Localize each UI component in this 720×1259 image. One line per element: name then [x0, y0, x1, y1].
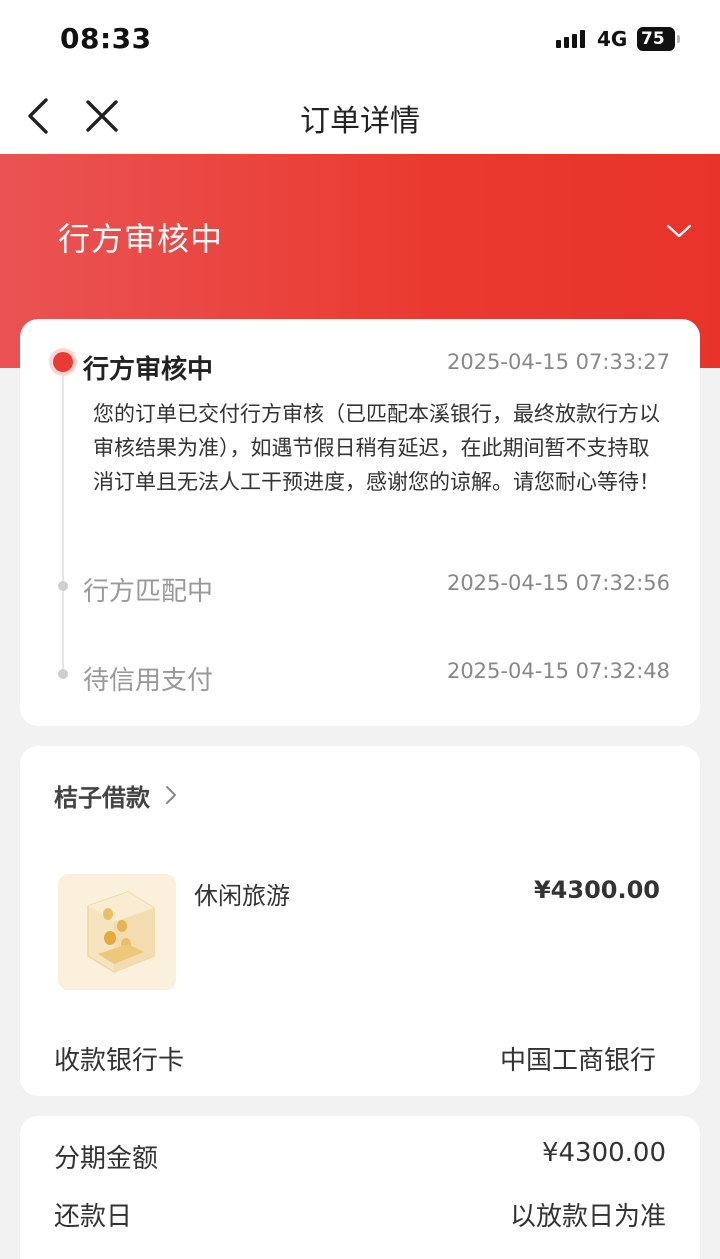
status-bar: 08:33 4G 75	[0, 0, 720, 76]
timeline-step-time: 2025-04-15 07:33:27	[446, 350, 670, 374]
repayment-day-label: 还款日	[54, 1202, 133, 1232]
timeline-step-time: 2025-04-15 07:32:56	[446, 571, 670, 595]
header-status-text: 行方审核中	[58, 220, 224, 258]
timeline-step-time: 2025-04-15 07:32:48	[446, 659, 670, 683]
order-timeline-card: 行方审核中 2025-04-15 07:33:27 您的订单已交付行方审核（已匹…	[20, 319, 700, 726]
merchant-link[interactable]: 桔子借款	[54, 778, 150, 813]
product-card: 桔子借款 休闲旅游 ¥4300.00 收款银行卡 中国工商银行	[20, 746, 700, 1096]
expand-toggle[interactable]	[666, 222, 692, 240]
signal-icon	[556, 30, 588, 48]
coin-box-icon	[87, 891, 155, 973]
product-price: ¥4300.00	[533, 876, 660, 904]
installment-amount-value: ¥4300.00	[541, 1138, 666, 1168]
loan-detail-card: 分期金额 ¥4300.00 还款日 以放款日为准	[20, 1116, 700, 1259]
timeline-dot	[58, 669, 68, 679]
page-title: 订单详情	[300, 104, 420, 139]
product-image	[58, 874, 176, 990]
timeline-step-title: 待信用支付	[83, 666, 214, 696]
timeline-step-title: 行方匹配中	[83, 577, 214, 607]
chevron-down-icon	[666, 224, 692, 238]
network-type: 4G	[597, 27, 628, 51]
product-name: 休闲旅游	[194, 882, 290, 910]
timeline-step-description: 您的订单已交付行方审核（已匹配本溪银行，最终放款行方以审核结果为准），如遇节假日…	[93, 402, 660, 494]
installment-amount-label: 分期金额	[54, 1144, 159, 1174]
timeline-dot-active	[53, 352, 73, 372]
timeline-dot	[58, 581, 68, 591]
nav-bar: 订单详情	[0, 76, 720, 154]
bank-card-value: 中国工商银行	[499, 1046, 656, 1076]
chevron-right-icon[interactable]	[164, 784, 178, 806]
status-time: 08:33	[60, 22, 152, 55]
timeline-step-title: 行方审核中	[83, 355, 214, 385]
battery-icon: 75	[637, 27, 680, 51]
repayment-day-value: 以放款日为准	[509, 1202, 666, 1232]
timeline-line	[62, 367, 64, 677]
bank-card-label: 收款银行卡	[54, 1046, 185, 1076]
